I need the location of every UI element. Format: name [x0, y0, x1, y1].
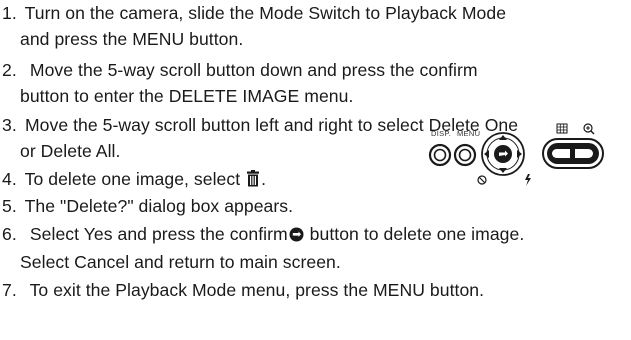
step-number: 2.	[2, 60, 17, 80]
step-4: 4. To delete one image, select .	[0, 166, 266, 194]
step-text-continued: button to enter the DELETE IMAGE menu.	[20, 86, 354, 106]
confirm-icon	[288, 223, 305, 249]
step-number: 5.	[2, 196, 17, 216]
flash-icon	[525, 174, 531, 186]
step-text: Turn on the camera, slide the Mode Switc…	[24, 3, 507, 23]
self-timer-icon	[477, 175, 487, 185]
step-text: Select Yes and press the confirm	[24, 224, 288, 244]
step-text: Move the 5-way scroll button down and pr…	[24, 60, 478, 80]
step-text: To exit the Playback Mode menu, press th…	[24, 280, 485, 300]
up-arrow-icon	[499, 135, 507, 140]
step-text-end: button to delete one image.	[304, 224, 525, 244]
step-number: 7.	[2, 280, 17, 300]
step-number: 3.	[2, 115, 17, 135]
step-text-end: .	[261, 169, 267, 189]
menu-button	[453, 143, 477, 167]
trash-icon	[245, 168, 261, 194]
step-text-continued: Select Cancel and return to main screen.	[20, 252, 341, 272]
right-arrow-icon	[517, 150, 522, 158]
thumbnail-icon	[556, 123, 568, 134]
down-arrow-icon	[499, 168, 507, 173]
step-number: 4.	[2, 169, 17, 189]
five-way-scroll-button	[481, 132, 525, 176]
step-text-continued: and press the MENU button.	[20, 29, 244, 49]
step-number: 1.	[2, 3, 17, 23]
step-7: 7. To exit the Playback Mode menu, press…	[0, 277, 484, 303]
step-text: The "Delete?" dialog box appears.	[24, 196, 294, 216]
zoom-lever	[542, 138, 604, 169]
disp-button	[428, 143, 452, 167]
left-arrow-icon	[484, 150, 489, 158]
step-5: 5. The "Delete?" dialog box appears.	[0, 193, 293, 219]
camera-control-illustration: DISP. MENU	[414, 118, 624, 196]
step-6: 6. Select Yes and press the confirm butt…	[0, 221, 524, 275]
step-2: 2. Move the 5-way scroll button down and…	[0, 57, 478, 109]
step-text: To delete one image, select	[24, 169, 241, 189]
zoom-icon	[583, 123, 595, 135]
step-number: 6.	[2, 224, 17, 244]
step-1: 1. Turn on the camera, slide the Mode Sw…	[0, 0, 506, 52]
